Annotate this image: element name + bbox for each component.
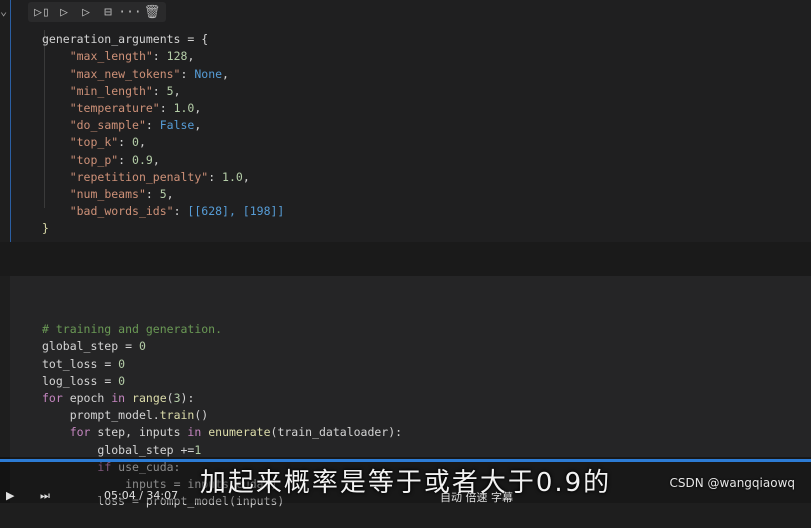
code-line: } — [42, 221, 49, 236]
code-line: "min_length": 5, — [69, 83, 181, 98]
play-icon[interactable]: ▶ — [6, 489, 14, 502]
time-display: 05:04 / 34:07 — [104, 489, 179, 502]
code-line: generation_arguments = { — [42, 32, 209, 47]
code-line: log_loss = 0 — [42, 373, 126, 388]
code-line: "num_beams": 5, — [69, 187, 174, 202]
code-line: "max_new_tokens": None, — [69, 66, 229, 81]
code-line: tot_loss = 0 — [42, 356, 126, 371]
code-line: "bad_words_ids": [[628], [198]] — [69, 204, 285, 219]
code-line: for step, inputs in enumerate(train_data… — [69, 425, 403, 440]
code-line: "top_p": 0.9, — [69, 152, 160, 167]
code-line: "max_length": 128, — [69, 49, 195, 64]
chevron-down-icon[interactable]: ⌄ — [0, 4, 7, 18]
player-controls: ▶ ⏭ 05:04 / 34:07 自动 倍速 字幕 — [0, 489, 811, 504]
code-comment: # training and generation. — [42, 322, 223, 337]
code-line: "temperature": 1.0, — [69, 101, 202, 116]
next-icon[interactable]: ⏭ — [40, 489, 50, 503]
csdn-watermark: CSDN @wangqiaowq — [669, 476, 796, 490]
code-line: "top_k": 0, — [69, 135, 146, 150]
cell-gap — [0, 242, 811, 276]
code-block-1[interactable]: generation_arguments = { "max_length": 1… — [42, 14, 284, 255]
code-line: for epoch in range(3): — [42, 391, 195, 406]
code-line: global_step = 0 — [42, 339, 146, 354]
code-line: "do_sample": False, — [69, 118, 202, 133]
code-line: prompt_model.train() — [69, 408, 209, 423]
code-line: "repetition_penalty": 1.0, — [69, 169, 250, 184]
